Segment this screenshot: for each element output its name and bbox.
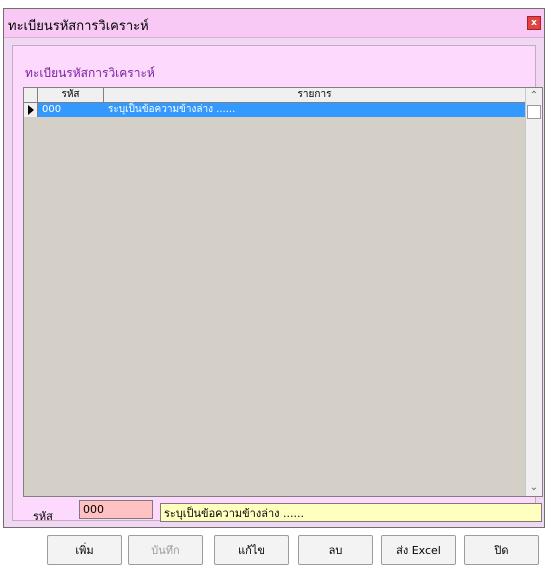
row-code-cell[interactable]: 000 (42, 103, 61, 117)
chevron-up-icon[interactable]: ⌃ (526, 88, 542, 104)
form-caption: ทะเบียนรหัสการวิเคราะห์ (25, 66, 155, 80)
description-field[interactable] (160, 503, 542, 522)
column-header-code[interactable]: รหัส (38, 88, 104, 102)
window-title: ทะเบียนรหัสการวิเคราะห์ (8, 19, 149, 34)
column-header-item[interactable]: รายการ (104, 88, 525, 102)
row-selector[interactable] (24, 103, 38, 117)
title-bar: ทะเบียนรหัสการวิเคราะห์ x (4, 9, 544, 38)
save-button[interactable]: บันทึก (128, 535, 203, 565)
scrollbar-thumb[interactable] (527, 105, 541, 119)
close-window-button[interactable]: x (527, 16, 541, 30)
dialog-window: ทะเบียนรหัสการวิเคราะห์ x ทะเบียนรหัสการ… (3, 8, 545, 565)
chevron-down-icon[interactable]: ⌄ (526, 480, 542, 496)
vertical-scrollbar[interactable]: ⌃ ⌄ (525, 88, 542, 496)
delete-button[interactable]: ลบ (298, 535, 373, 565)
header-selector-cell (24, 88, 38, 102)
add-button[interactable]: เพิ่ม (47, 535, 122, 565)
row-item-cell[interactable]: ระบุเป็นข้อความข้างล่าง ...... (108, 103, 235, 117)
close-button[interactable]: ปิด (464, 535, 539, 565)
export-excel-button[interactable]: ส่ง Excel (381, 535, 456, 565)
edit-button[interactable]: แก้ไข (214, 535, 289, 565)
grid-header: รหัส รายการ (24, 88, 525, 103)
data-grid[interactable]: รหัส รายการ 000 ระบุเป็นข้อความข้างล่าง … (23, 87, 543, 497)
table-row[interactable]: 000 ระบุเป็นข้อความข้างล่าง ...... (24, 103, 525, 117)
form-panel: ทะเบียนรหัสการวิเคราะห์ รหัส รายการ 000 … (12, 45, 543, 565)
code-field[interactable] (79, 500, 153, 519)
triangle-right-icon (28, 105, 34, 115)
code-label: รหัส (33, 510, 53, 523)
